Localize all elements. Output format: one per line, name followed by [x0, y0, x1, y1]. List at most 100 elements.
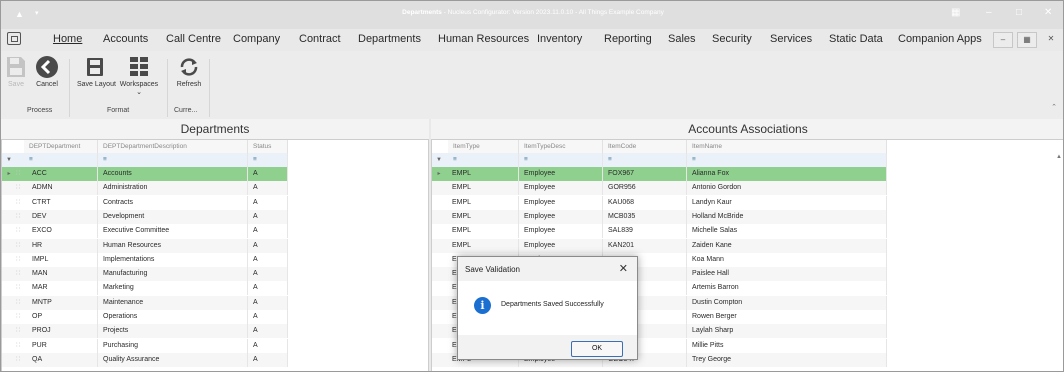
cell-status[interactable]: A [248, 310, 288, 324]
cell-item-name[interactable]: Michelle Salas [687, 224, 887, 239]
filter-cell-department[interactable]: ≡ [24, 153, 98, 167]
table-row[interactable]: ∷ PROJ Projects A [2, 324, 288, 339]
refresh-button[interactable]: Refresh [173, 55, 205, 88]
filter-cell-item-code[interactable]: ≡ [603, 153, 687, 167]
drag-handle-icon[interactable]: ∷ [16, 267, 24, 281]
ok-button[interactable]: OK [571, 341, 623, 357]
table-row[interactable]: ∷ PUR Purchasing A [2, 338, 288, 353]
table-row[interactable]: ∷ QA Quality Assurance A [2, 352, 288, 367]
cell-department-description[interactable]: Projects [98, 324, 248, 339]
cell-item-type[interactable]: EMPL [448, 181, 519, 196]
table-row[interactable]: ∷ HR Human Resources A [2, 238, 288, 253]
cell-department-description[interactable]: Development [98, 209, 248, 224]
menu-home[interactable]: Home [53, 33, 82, 45]
cell-item-name[interactable]: Dustin Compton [687, 295, 887, 310]
cell-department-description[interactable]: Maintenance [98, 295, 248, 310]
scroll-up-icon[interactable]: ▲ [1056, 154, 1062, 160]
cell-department-description[interactable]: Quality Assurance [98, 352, 248, 367]
cell-status[interactable]: A [248, 195, 288, 210]
cell-status[interactable]: A [248, 295, 288, 310]
cell-item-name[interactable]: Laylah Sharp [687, 324, 887, 339]
cell-item-type[interactable]: EMPL [448, 209, 519, 224]
cell-item-name[interactable]: Alianna Fox [687, 167, 887, 181]
cancel-button[interactable]: Cancel [33, 55, 61, 88]
table-row[interactable]: ∷ EXCO Executive Committee A [2, 224, 288, 239]
cell-item-code[interactable]: GOR956 [603, 181, 687, 196]
cell-status[interactable]: A [248, 224, 288, 239]
cell-department-code[interactable]: MNTP [24, 295, 98, 310]
cell-item-name[interactable]: Holland McBride [687, 209, 887, 224]
cell-item-type-desc[interactable]: Employee [519, 238, 603, 253]
filter-cell-item-name[interactable]: ≡ [687, 153, 887, 167]
cell-item-code[interactable]: MCB035 [603, 209, 687, 224]
close-icon[interactable]: ✕ [1044, 7, 1052, 18]
cell-item-code[interactable]: KAN201 [603, 238, 687, 253]
cell-item-name[interactable]: Zaiden Kane [687, 238, 887, 253]
cell-item-type-desc[interactable]: Employee [519, 209, 603, 224]
menu-departments[interactable]: Departments [358, 33, 421, 45]
table-row[interactable]: ∷ MAR Marketing A [2, 281, 288, 296]
table-row[interactable]: ∷ IMPL Implementations A [2, 252, 288, 267]
workspaces-button[interactable]: Workspaces ⌄ [119, 55, 159, 96]
drag-handle-icon[interactable]: ∷ [16, 339, 24, 353]
cell-department-description[interactable]: Operations [98, 310, 248, 324]
cell-department-description[interactable]: Administration [98, 181, 248, 196]
cell-item-name[interactable]: Antonio Gordon [687, 181, 887, 196]
cell-status[interactable]: A [248, 181, 288, 196]
cell-department-description[interactable]: Marketing [98, 281, 248, 296]
table-row[interactable]: ∷ ADMN Administration A [2, 181, 288, 196]
save-layout-button[interactable]: Save Layout [77, 55, 116, 88]
menu-services[interactable]: Services [770, 33, 812, 45]
cell-department-code[interactable]: IMPL [24, 252, 98, 267]
save-button[interactable]: Save [5, 55, 27, 88]
cell-status[interactable]: A [248, 167, 288, 181]
cell-item-name[interactable]: Millie Pitts [687, 338, 887, 353]
table-row[interactable]: EMPL Employee SAL839 Michelle Salas [432, 224, 887, 239]
cell-status[interactable]: A [248, 267, 288, 282]
table-row[interactable]: EMPL Employee KAU068 Landyn Kaur [432, 195, 887, 210]
table-row[interactable]: EMPL Employee MCB035 Holland McBride [432, 209, 887, 224]
drag-handle-icon[interactable]: ∷ [16, 167, 24, 181]
maximize-icon[interactable]: □ [1016, 7, 1022, 18]
drag-handle-icon[interactable]: ∷ [16, 324, 24, 338]
column-header-description[interactable]: DEPTDepartmentDescription [98, 140, 248, 153]
menu-human-resources[interactable]: Human Resources [438, 33, 529, 45]
cell-status[interactable]: A [248, 252, 288, 267]
drag-handle-icon[interactable]: ∷ [16, 253, 24, 267]
table-row[interactable]: ∷ MAN Manufacturing A [2, 267, 288, 282]
cell-department-description[interactable]: Manufacturing [98, 267, 248, 282]
cell-item-code[interactable]: SAL839 [603, 224, 687, 239]
cell-item-type[interactable]: EMPL [448, 167, 519, 181]
cell-item-type[interactable]: EMPL [448, 224, 519, 239]
cell-department-code[interactable]: PUR [24, 338, 98, 353]
menu-call-centre[interactable]: Call Centre [166, 33, 221, 45]
cell-department-description[interactable]: Accounts [98, 167, 248, 181]
table-row[interactable]: ∷ OP Operations A [2, 310, 288, 324]
drag-handle-icon[interactable]: ∷ [16, 181, 24, 195]
cell-item-name[interactable]: Trey George [687, 352, 887, 367]
cell-department-code[interactable]: ACC [24, 167, 98, 181]
cell-department-description[interactable]: Implementations [98, 252, 248, 267]
mdi-close-button[interactable]: ✕ [1041, 32, 1061, 48]
cell-item-code[interactable]: FOX967 [603, 167, 687, 181]
menu-security[interactable]: Security [712, 33, 752, 45]
menu-reporting[interactable]: Reporting [604, 33, 652, 45]
column-header-item-type[interactable]: ItemType [448, 140, 519, 153]
cell-item-name[interactable]: Koa Mann [687, 252, 887, 267]
cell-status[interactable]: A [248, 281, 288, 296]
menu-static-data[interactable]: Static Data [829, 33, 883, 45]
cell-item-type-desc[interactable]: Employee [519, 224, 603, 239]
minimize-icon[interactable]: – [986, 7, 992, 18]
cell-item-name[interactable]: Paislee Hall [687, 267, 887, 282]
menu-accounts[interactable]: Accounts [103, 33, 148, 45]
restore-icon[interactable]: ▦ [951, 7, 960, 18]
cell-department-code[interactable]: CTRT [24, 195, 98, 210]
cell-department-description[interactable]: Executive Committee [98, 224, 248, 239]
mdi-minimize-button[interactable]: – [993, 32, 1013, 48]
table-row[interactable]: EMPL Employee GOR956 Antonio Gordon [432, 181, 887, 196]
column-header-status[interactable]: Status [248, 140, 288, 153]
cell-department-code[interactable]: MAN [24, 267, 98, 282]
filter-cell-item-type-desc[interactable]: ≡ [519, 153, 603, 167]
cell-status[interactable]: A [248, 352, 288, 367]
filter-cell-item-type[interactable]: ≡ [448, 153, 519, 167]
